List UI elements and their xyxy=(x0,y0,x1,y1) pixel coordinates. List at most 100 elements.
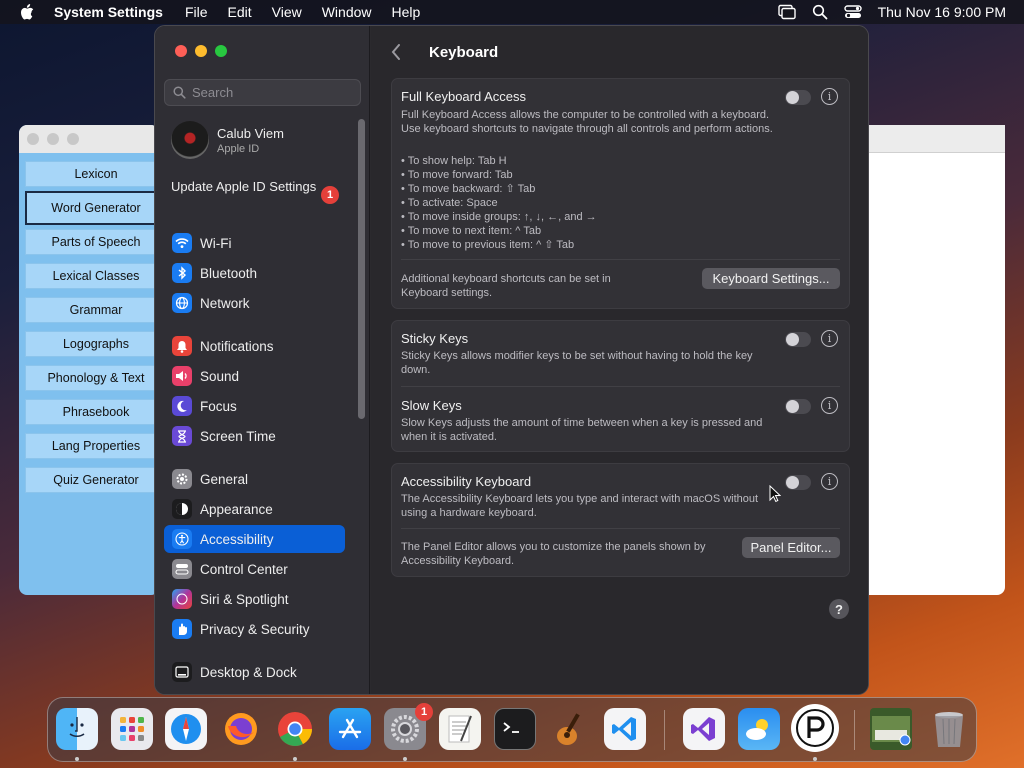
sidebar-item-control-center[interactable]: Control Center xyxy=(164,555,345,583)
nav-lexical-classes[interactable]: Lexical Classes xyxy=(25,263,159,289)
full-keyboard-access-toggle[interactable] xyxy=(785,90,811,105)
sidebar-item-network[interactable]: Network xyxy=(164,289,345,317)
nav-logographs[interactable]: Logographs xyxy=(25,331,159,357)
sidebar-item-siri-spotlight[interactable]: Siri & Spotlight xyxy=(164,585,345,613)
launchpad-icon[interactable] xyxy=(111,708,153,750)
slow-keys-info-icon[interactable]: i xyxy=(821,397,838,414)
update-badge: 1 xyxy=(321,186,339,204)
sticky-keys-info-icon[interactable]: i xyxy=(821,330,838,347)
sidebar-scrollbar[interactable] xyxy=(358,119,365,419)
content-header: Keyboard xyxy=(391,42,498,62)
firefox-icon[interactable] xyxy=(220,708,262,750)
zoom-dot-icon[interactable] xyxy=(67,133,79,145)
slow-keys-toggle[interactable] xyxy=(785,399,811,414)
update-apple-id-item[interactable]: Update Apple ID Settings xyxy=(171,179,341,195)
dock-divider xyxy=(664,710,665,750)
keyboard-settings-button[interactable]: Keyboard Settings... xyxy=(702,268,840,289)
page-title: Keyboard xyxy=(429,43,499,61)
vscode-icon[interactable] xyxy=(604,708,646,750)
background-app-window[interactable]: Lexicon Word Generator Parts of Speech L… xyxy=(19,125,159,595)
sticky-keys-toggle[interactable] xyxy=(785,332,811,347)
accessibility-keyboard-toggle[interactable] xyxy=(785,475,811,490)
app-name-menu[interactable]: System Settings xyxy=(54,4,163,20)
background-app-nav: Lexicon Word Generator Parts of Speech L… xyxy=(25,161,159,501)
settings-dock-badge: 1 xyxy=(415,703,433,721)
back-chevron-icon[interactable] xyxy=(391,42,415,62)
sidebar-item-sound[interactable]: Sound xyxy=(164,362,345,390)
profile-subtitle: Apple ID xyxy=(217,142,260,155)
panel-editor-button[interactable]: Panel Editor... xyxy=(742,537,840,558)
trash-icon[interactable] xyxy=(928,708,970,750)
app-store-icon[interactable] xyxy=(329,708,371,750)
chrome-icon[interactable] xyxy=(274,708,316,750)
p-app-icon[interactable] xyxy=(791,704,839,752)
apple-menu-icon[interactable] xyxy=(18,3,36,21)
spotlight-search-icon[interactable] xyxy=(812,4,828,20)
siri-icon xyxy=(172,589,192,609)
safari-icon[interactable] xyxy=(165,708,207,750)
close-dot-icon[interactable] xyxy=(27,133,39,145)
textedit-icon[interactable] xyxy=(439,708,481,750)
weather-icon[interactable] xyxy=(738,708,780,750)
sidebar-item-label: Accessibility xyxy=(200,531,274,547)
sidebar-item-desktop-dock[interactable]: Desktop & Dock xyxy=(164,658,345,686)
sidebar-item-notifications[interactable]: Notifications xyxy=(164,332,345,360)
background-window-titlebar xyxy=(19,125,159,153)
preview-icon[interactable] xyxy=(870,708,912,750)
sidebar-item-accessibility[interactable]: Accessibility xyxy=(164,525,345,553)
search-field[interactable]: Search xyxy=(164,79,361,106)
minimize-button[interactable] xyxy=(195,45,207,57)
wifi-icon xyxy=(172,233,192,253)
menu-view[interactable]: View xyxy=(272,4,302,20)
sidebar-item-bluetooth[interactable]: Bluetooth xyxy=(164,259,345,287)
screen-mirroring-icon[interactable] xyxy=(777,4,796,20)
finder-icon[interactable] xyxy=(56,708,98,750)
search-icon xyxy=(173,86,186,99)
sidebar-item-general[interactable]: General xyxy=(164,465,345,493)
menu-edit[interactable]: Edit xyxy=(228,4,252,20)
sidebar-item-privacy-security[interactable]: Privacy & Security xyxy=(164,615,345,643)
close-button[interactable] xyxy=(175,45,187,57)
background-white-window[interactable] xyxy=(866,125,1005,595)
settings-sidebar: Search Calub Viem Apple ID Update Apple … xyxy=(155,26,370,694)
menu-help[interactable]: Help xyxy=(392,4,421,20)
nav-parts-of-speech[interactable]: Parts of Speech xyxy=(25,229,159,255)
minimize-dot-icon[interactable] xyxy=(47,133,59,145)
help-button[interactable]: ? xyxy=(829,599,849,619)
terminal-icon[interactable] xyxy=(494,708,536,750)
shortcut-bullet: • To move backward: ⇧ Tab xyxy=(401,183,536,195)
nav-lexicon[interactable]: Lexicon xyxy=(25,161,159,187)
zoom-button[interactable] xyxy=(215,45,227,57)
visual-studio-icon[interactable] xyxy=(683,708,725,750)
full-keyboard-access-info-icon[interactable]: i xyxy=(821,88,838,105)
window-controls xyxy=(175,45,235,57)
full-keyboard-access-title: Full Keyboard Access xyxy=(401,89,527,104)
control-center-menu-icon[interactable] xyxy=(843,4,862,20)
sidebar-item-label: Sound xyxy=(200,368,240,384)
sidebar-item-wifi[interactable]: Wi-Fi xyxy=(164,229,345,257)
shortcut-bullet: • To show help: Tab H xyxy=(401,155,507,167)
menu-file[interactable]: File xyxy=(185,4,208,20)
apple-id-profile[interactable]: Calub Viem Apple ID xyxy=(171,121,284,159)
nav-lang-properties[interactable]: Lang Properties xyxy=(25,433,159,459)
sidebar-item-focus[interactable]: Focus xyxy=(164,392,345,420)
menu-window[interactable]: Window xyxy=(322,4,372,20)
accessibility-keyboard-info-icon[interactable]: i xyxy=(821,473,838,490)
nav-word-generator[interactable]: Word Generator xyxy=(25,191,159,225)
nav-quiz-generator[interactable]: Quiz Generator xyxy=(25,467,159,493)
sidebar-item-appearance[interactable]: Appearance xyxy=(164,495,345,523)
accessibility-keyboard-desc: The Accessibility Keyboard lets you type… xyxy=(401,493,759,519)
full-keyboard-access-desc: Full Keyboard Access allows the computer… xyxy=(401,109,773,135)
nav-phrasebook[interactable]: Phrasebook xyxy=(25,399,159,425)
sidebar-item-label: Wi-Fi xyxy=(200,235,232,251)
sidebar-item-screen-time[interactable]: Screen Time xyxy=(164,422,345,450)
nav-phonology-text[interactable]: Phonology & Text xyxy=(25,365,159,391)
sidebar-item-label: Siri & Spotlight xyxy=(200,591,289,607)
garageband-icon[interactable] xyxy=(549,708,591,750)
menu-clock[interactable]: Thu Nov 16 9:00 PM xyxy=(878,4,1006,20)
nav-grammar[interactable]: Grammar xyxy=(25,297,159,323)
group-divider xyxy=(401,386,840,387)
settings-content: Keyboard Full Keyboard Access Full Keybo… xyxy=(371,26,868,694)
sidebar-item-label: Bluetooth xyxy=(200,265,258,281)
control-center-icon xyxy=(172,559,192,579)
